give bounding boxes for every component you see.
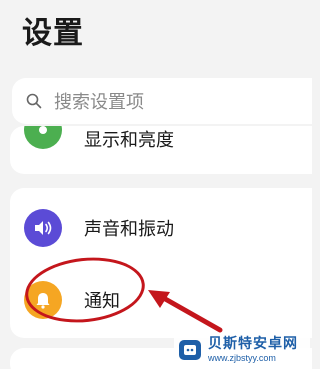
watermark: 贝斯特安卓网 www.zjbstyy.com <box>174 333 310 367</box>
annotation-arrow-icon <box>148 290 223 333</box>
settings-item-sound[interactable]: 声音和振动 <box>10 198 312 258</box>
watermark-url: www.zjbstyy.com <box>208 353 276 363</box>
settings-item-display[interactable]: 显示和亮度 <box>10 126 312 152</box>
display-icon <box>24 126 62 149</box>
watermark-brand: 贝斯特安卓网 <box>208 336 298 352</box>
settings-screen: 设置 搜索设置项 显示和亮度 声音和振动 通知 贝斯特安卓网 www.zjbst… <box>0 0 312 369</box>
search-placeholder: 搜索设置项 <box>54 92 144 113</box>
search-bar[interactable]: 搜索设置项 <box>12 78 312 124</box>
search-icon <box>26 93 42 109</box>
settings-card-display: 显示和亮度 <box>10 126 312 174</box>
settings-item-label: 显示和亮度 <box>84 130 174 151</box>
page-title: 设置 <box>22 16 84 51</box>
settings-item-label: 声音和振动 <box>84 219 174 240</box>
speaker-icon <box>24 209 62 247</box>
watermark-logo-icon <box>179 340 201 360</box>
